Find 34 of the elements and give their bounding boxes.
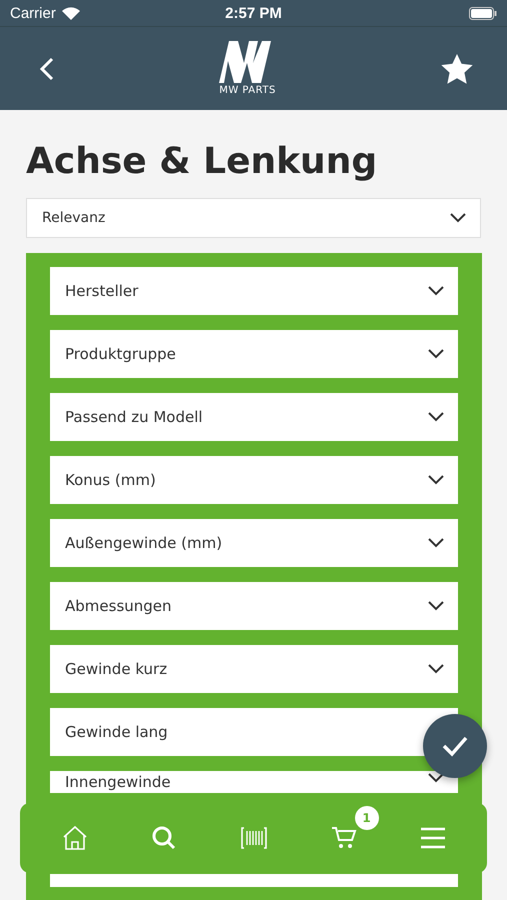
home-icon[interactable] bbox=[62, 825, 88, 851]
filter-dropdown[interactable]: Innengewinde bbox=[50, 771, 458, 793]
back-icon[interactable] bbox=[40, 56, 54, 80]
chevron-down-icon bbox=[428, 601, 444, 611]
filter-dropdown[interactable]: Passend zu Modell bbox=[50, 393, 458, 441]
status-time: 2:57 PM bbox=[225, 4, 282, 22]
chevron-down-icon bbox=[428, 538, 444, 548]
chevron-down-icon bbox=[428, 475, 444, 485]
wifi-icon bbox=[62, 6, 80, 20]
filter-dropdown[interactable]: Gewinde lang bbox=[50, 708, 458, 756]
chevron-down-icon bbox=[428, 773, 444, 783]
filter-dropdown[interactable]: Außengewinde (mm) bbox=[50, 519, 458, 567]
chevron-down-icon bbox=[450, 213, 466, 223]
cart-badge: 1 bbox=[354, 806, 378, 830]
filter-dropdown[interactable]: Hersteller bbox=[50, 267, 458, 315]
filter-dropdown[interactable]: Produktgruppe bbox=[50, 330, 458, 378]
chevron-down-icon bbox=[428, 286, 444, 296]
filter-dropdown[interactable]: Gewinde kurz bbox=[50, 645, 458, 693]
chevron-down-icon bbox=[428, 664, 444, 674]
battery-icon bbox=[469, 6, 497, 20]
filter-dropdown[interactable]: Konus (mm) bbox=[50, 456, 458, 504]
menu-icon[interactable] bbox=[420, 827, 446, 849]
filter-dropdown[interactable]: Abmessungen bbox=[50, 582, 458, 630]
barcode-icon[interactable] bbox=[240, 826, 268, 850]
search-icon[interactable] bbox=[150, 825, 176, 851]
carrier-label: Carrier bbox=[10, 4, 56, 22]
chevron-down-icon bbox=[428, 412, 444, 422]
page-title: Achse & Lenkung bbox=[25, 140, 378, 184]
checkmark-icon bbox=[442, 735, 468, 757]
logo-text: MW PARTS bbox=[219, 85, 276, 96]
star-icon[interactable] bbox=[441, 54, 473, 84]
cart-icon[interactable] bbox=[330, 826, 356, 850]
sort-dropdown[interactable]: Relevanz bbox=[26, 198, 481, 238]
chevron-down-icon bbox=[428, 349, 444, 359]
